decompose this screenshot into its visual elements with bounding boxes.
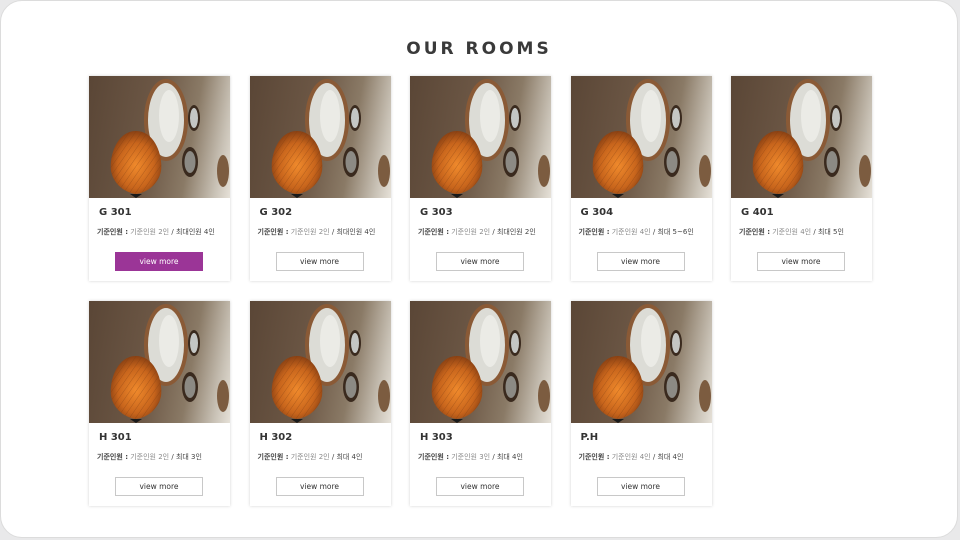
room-photo-illustration xyxy=(110,79,229,198)
room-photo[interactable] xyxy=(570,76,712,198)
page-frame: OUR ROOMS G 301 기준인원 : 기준인원 2인 / 최대인원 4인… xyxy=(0,0,958,538)
room-capacity: 기준인원 : 기준인원 4인 / 최대 5~6인 xyxy=(579,227,694,237)
room-photo-illustration xyxy=(752,79,871,198)
room-capacity: 기준인원 : 기준인원 2인 / 최대인원 2인 xyxy=(418,227,536,237)
view-more-button[interactable]: view more xyxy=(115,252,203,271)
room-card: P.H 기준인원 : 기준인원 4인 / 최대 4인 view more xyxy=(570,301,712,506)
room-photo-illustration xyxy=(592,304,711,423)
room-card: G 303 기준인원 : 기준인원 2인 / 최대인원 2인 view more xyxy=(410,76,551,281)
room-photo[interactable] xyxy=(410,76,551,198)
capacity-max: / 최대인원 4인 xyxy=(331,228,376,236)
view-more-button[interactable]: view more xyxy=(596,477,685,496)
capacity-max: / 최대 5~6인 xyxy=(652,228,694,236)
room-name: G 304 xyxy=(580,207,614,218)
capacity-label: 기준인원 : xyxy=(418,228,449,236)
capacity-label: 기준인원 : xyxy=(578,453,610,461)
room-name: G 302 xyxy=(259,207,293,218)
rooms-grid: G 301 기준인원 : 기준인원 2인 / 최대인원 4인 view more… xyxy=(89,76,872,506)
capacity-label: 기준인원 : xyxy=(257,453,289,461)
capacity-max: / 최대 4인 xyxy=(652,453,684,461)
capacity-max: / 최대 4인 xyxy=(492,453,523,461)
room-capacity: 기준인원 : 기준인원 2인 / 최대인원 4인 xyxy=(258,227,376,237)
capacity-base: 기준인원 2인 xyxy=(451,228,491,236)
room-card: G 302 기준인원 : 기준인원 2인 / 최대인원 4인 view more xyxy=(249,76,391,281)
room-name: G 401 xyxy=(741,207,774,218)
view-more-button[interactable]: view more xyxy=(275,477,364,496)
capacity-base: 기준인원 4인 xyxy=(611,453,651,461)
capacity-base: 기준인원 4인 xyxy=(772,228,812,236)
room-name: H 301 xyxy=(99,432,132,443)
view-more-button[interactable]: view more xyxy=(436,252,524,271)
room-capacity: 기준인원 : 기준인원 2인 / 최대인원 4인 xyxy=(97,227,215,237)
room-photo[interactable] xyxy=(570,301,712,423)
room-photo-illustration xyxy=(431,79,550,198)
room-capacity: 기준인원 : 기준인원 4인 / 최대 5인 xyxy=(739,227,844,237)
view-more-button[interactable]: view more xyxy=(596,252,685,271)
room-photo-illustration xyxy=(431,304,550,423)
room-card: H 303 기준인원 : 기준인원 3인 / 최대 4인 view more xyxy=(410,301,551,506)
room-name: G 303 xyxy=(420,207,453,218)
room-photo[interactable] xyxy=(731,76,872,198)
capacity-max: / 최대인원 4인 xyxy=(171,228,215,236)
capacity-label: 기준인원 : xyxy=(257,228,289,236)
room-capacity: 기준인원 : 기준인원 3인 / 최대 4인 xyxy=(418,452,523,462)
capacity-label: 기준인원 : xyxy=(97,228,128,236)
room-card: H 301 기준인원 : 기준인원 2인 / 최대 3인 view more xyxy=(89,301,230,506)
capacity-base: 기준인원 4인 xyxy=(611,228,651,236)
room-name: P.H xyxy=(580,432,599,443)
capacity-base: 기준인원 3인 xyxy=(451,453,491,461)
capacity-max: / 최대 5인 xyxy=(813,228,844,236)
room-capacity: 기준인원 : 기준인원 4인 / 최대 4인 xyxy=(579,452,684,462)
capacity-base: 기준인원 2인 xyxy=(130,228,170,236)
room-name: H 303 xyxy=(420,432,453,443)
capacity-label: 기준인원 : xyxy=(97,453,128,461)
view-more-button[interactable]: view more xyxy=(436,477,524,496)
room-name: H 302 xyxy=(259,432,293,443)
view-more-button[interactable]: view more xyxy=(757,252,845,271)
view-more-button[interactable]: view more xyxy=(115,477,203,496)
capacity-max: / 최대 3인 xyxy=(171,453,202,461)
room-photo[interactable] xyxy=(249,76,391,198)
section-title: OUR ROOMS xyxy=(406,39,552,59)
capacity-base: 기준인원 2인 xyxy=(290,228,330,236)
room-photo[interactable] xyxy=(410,301,551,423)
capacity-base: 기준인원 2인 xyxy=(130,453,170,461)
view-more-button[interactable]: view more xyxy=(275,252,364,271)
room-photo-illustration xyxy=(271,79,390,198)
room-card: G 301 기준인원 : 기준인원 2인 / 최대인원 4인 view more xyxy=(89,76,230,281)
room-photo-illustration xyxy=(592,79,711,198)
room-photo[interactable] xyxy=(89,301,230,423)
room-photo[interactable] xyxy=(249,301,391,423)
room-photo[interactable] xyxy=(89,76,230,198)
room-capacity: 기준인원 : 기준인원 2인 / 최대 4인 xyxy=(258,452,363,462)
room-name: G 301 xyxy=(99,207,132,218)
room-photo-illustration xyxy=(271,304,390,423)
room-photo-illustration xyxy=(110,304,229,423)
room-capacity: 기준인원 : 기준인원 2인 / 최대 3인 xyxy=(97,452,202,462)
capacity-label: 기준인원 : xyxy=(418,453,449,461)
room-card: H 302 기준인원 : 기준인원 2인 / 최대 4인 view more xyxy=(249,301,391,506)
capacity-label: 기준인원 : xyxy=(739,228,770,236)
capacity-max: / 최대 4인 xyxy=(331,453,363,461)
capacity-label: 기준인원 : xyxy=(578,228,610,236)
room-card: G 401 기준인원 : 기준인원 4인 / 최대 5인 view more xyxy=(731,76,872,281)
capacity-max: / 최대인원 2인 xyxy=(492,228,536,236)
room-card: G 304 기준인원 : 기준인원 4인 / 최대 5~6인 view more xyxy=(570,76,712,281)
capacity-base: 기준인원 2인 xyxy=(290,453,330,461)
